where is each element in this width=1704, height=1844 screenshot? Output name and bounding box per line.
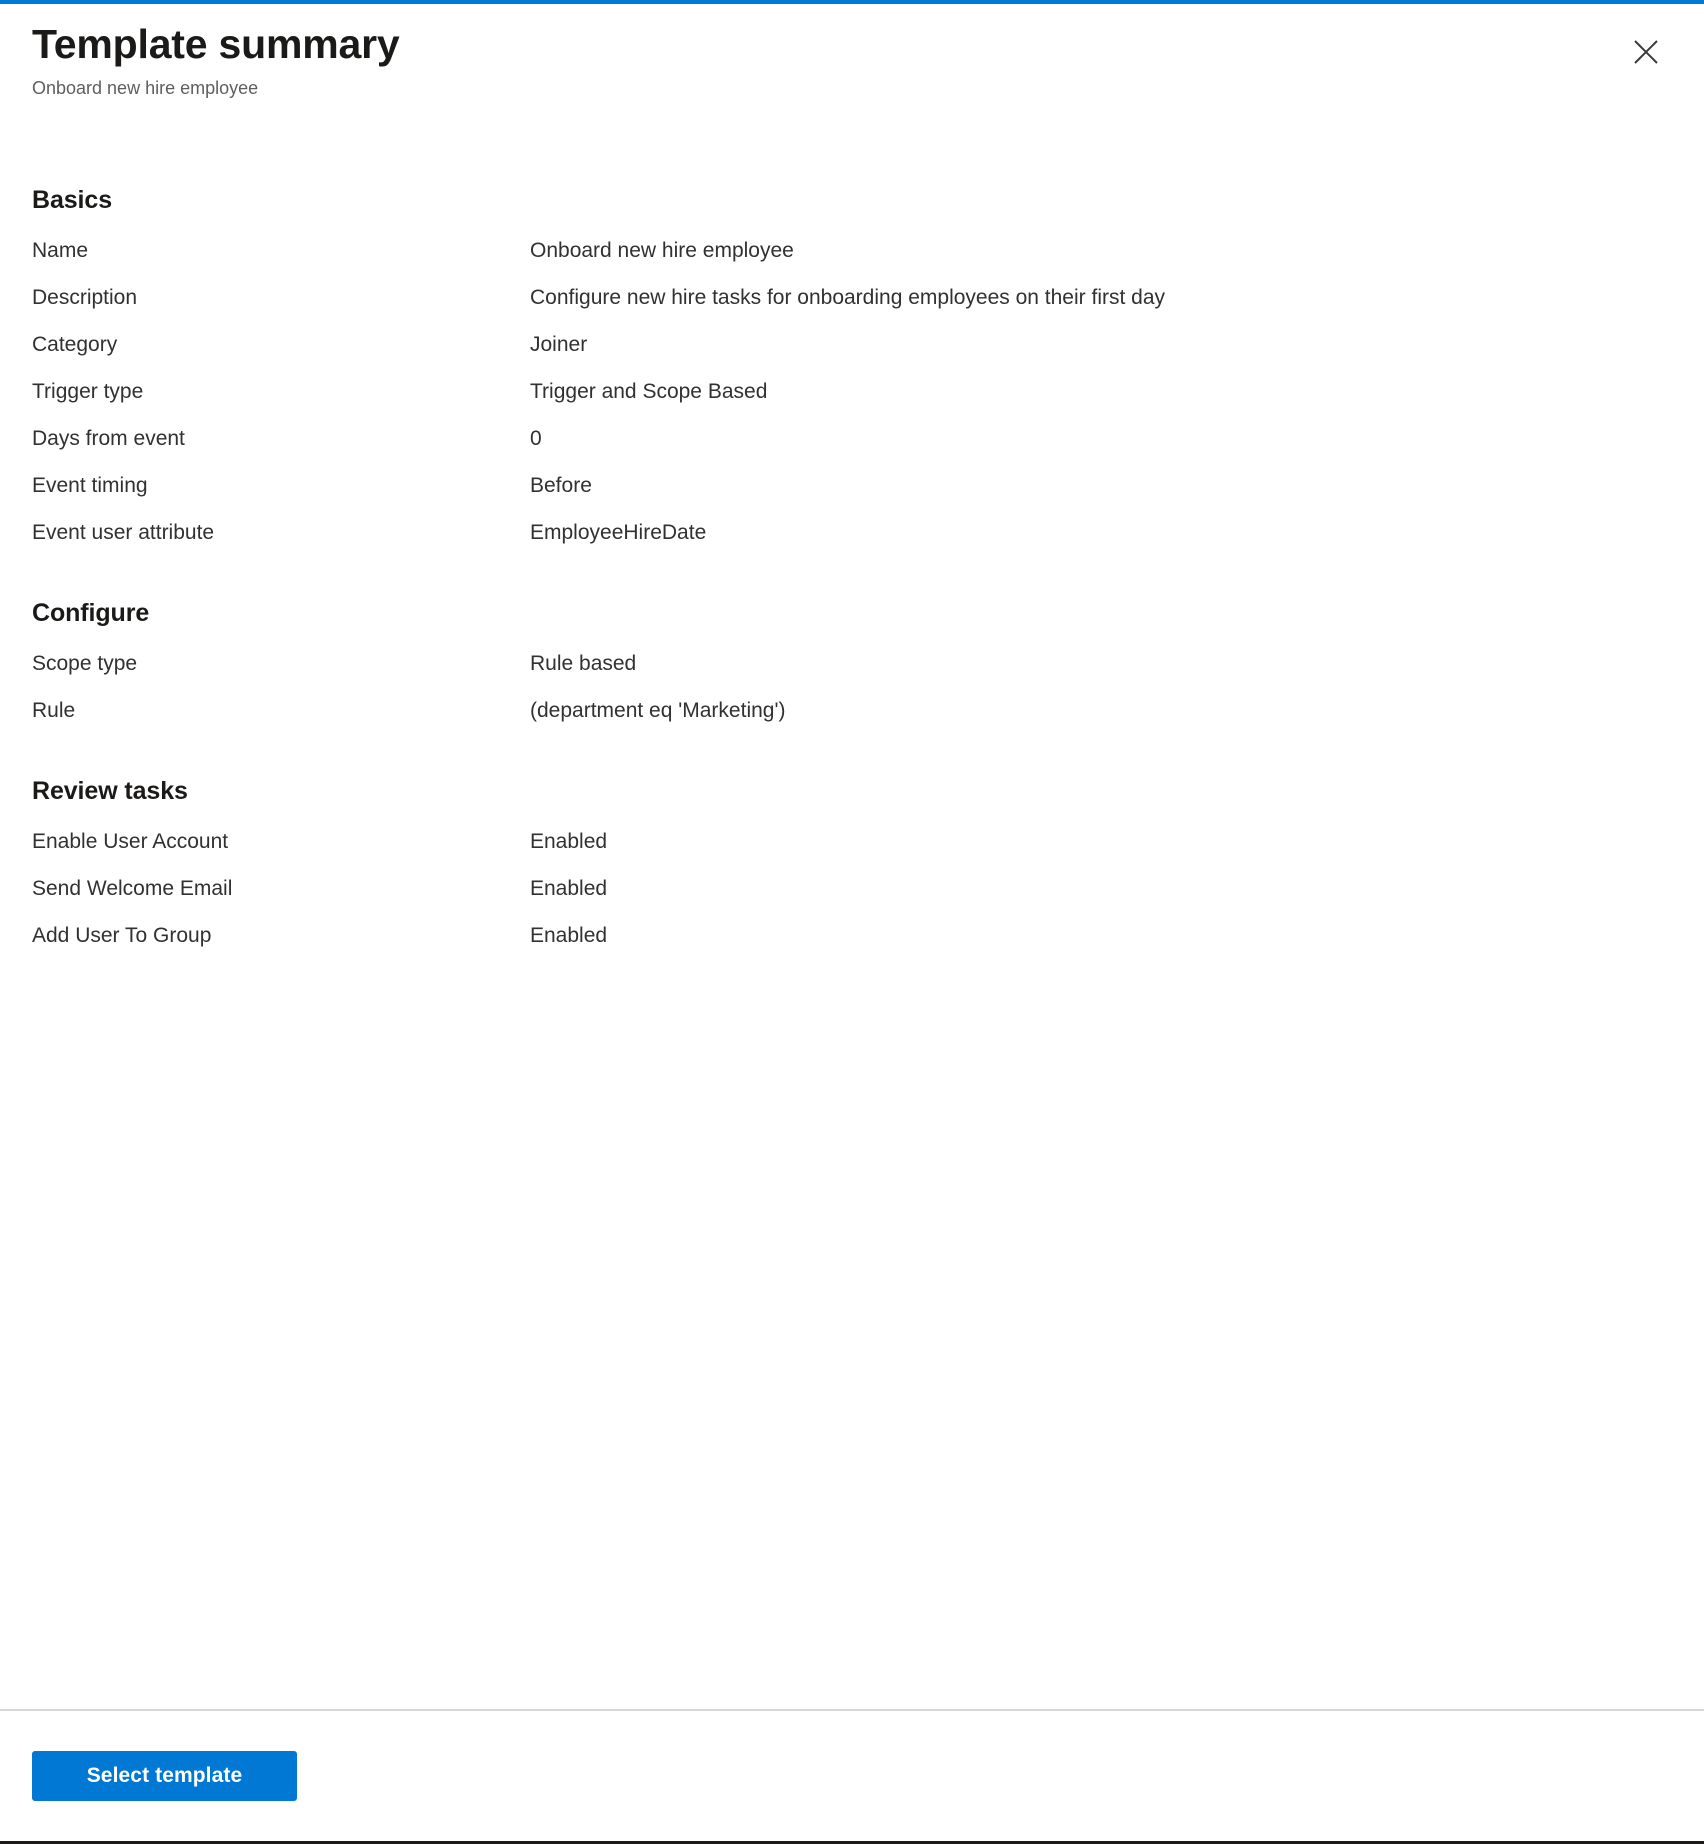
row-value: Trigger and Scope Based — [530, 380, 768, 404]
summary-row-event-user-attribute: Event user attribute EmployeeHireDate — [32, 519, 1672, 566]
row-label: Trigger type — [32, 380, 144, 404]
row-label: Event user attribute — [32, 521, 215, 545]
row-label: Event timing — [32, 474, 148, 498]
row-value: Joiner — [530, 333, 588, 357]
row-label: Add User To Group — [32, 924, 212, 948]
page-subtitle: Onboard new hire employee — [32, 77, 259, 98]
select-template-button[interactable]: Select template — [32, 1751, 297, 1801]
row-value: Rule based — [530, 652, 637, 676]
row-label: Description — [32, 286, 138, 310]
row-value: Onboard new hire employee — [530, 239, 794, 263]
summary-row-add-user-to-group: Add User To Group Enabled — [32, 922, 1672, 969]
section-heading-review-tasks: Review tasks — [32, 777, 188, 806]
row-label: Rule — [32, 699, 76, 723]
section-heading-basics: Basics — [32, 186, 113, 215]
panel-footer: Select template — [0, 1709, 1704, 1841]
section-heading-configure: Configure — [32, 599, 150, 628]
template-summary-panel: Template summary Onboard new hire employ… — [0, 0, 1704, 1844]
row-value: Before — [530, 474, 592, 498]
row-label: Name — [32, 239, 89, 263]
panel-header: Template summary Onboard new hire employ… — [0, 4, 1704, 101]
summary-row-name: Name Onboard new hire employee — [32, 237, 1672, 284]
row-value: Enabled — [530, 830, 608, 854]
summary-row-send-welcome-email: Send Welcome Email Enabled — [32, 875, 1672, 922]
row-value: Configure new hire tasks for onboarding … — [530, 286, 1166, 310]
section-review-tasks: Review tasks Enable User Account Enabled… — [32, 776, 1672, 969]
summary-row-trigger-type: Trigger type Trigger and Scope Based — [32, 378, 1672, 425]
summary-row-scope-type: Scope type Rule based — [32, 650, 1672, 697]
row-value: Enabled — [530, 924, 608, 948]
close-button[interactable] — [1620, 26, 1672, 78]
close-icon — [1631, 37, 1661, 67]
row-label: Send Welcome Email — [32, 877, 233, 901]
row-label: Enable User Account — [32, 830, 229, 854]
row-label: Scope type — [32, 652, 138, 676]
row-label: Category — [32, 333, 118, 357]
summary-row-enable-user-account: Enable User Account Enabled — [32, 828, 1672, 875]
summary-row-description: Description Configure new hire tasks for… — [32, 284, 1672, 331]
row-value: Enabled — [530, 877, 608, 901]
row-value: EmployeeHireDate — [530, 521, 707, 545]
row-value: 0 — [530, 427, 542, 451]
summary-row-days-from-event: Days from event 0 — [32, 425, 1672, 472]
page-title: Template summary — [32, 21, 400, 67]
section-configure: Configure Scope type Rule based Rule (de… — [32, 598, 1672, 744]
summary-row-rule: Rule (department eq 'Marketing') — [32, 697, 1672, 744]
summary-content: Basics Name Onboard new hire employee De… — [0, 101, 1704, 1709]
summary-row-event-timing: Event timing Before — [32, 472, 1672, 519]
row-label: Days from event — [32, 427, 185, 451]
row-value: (department eq 'Marketing') — [530, 699, 786, 723]
summary-row-category: Category Joiner — [32, 331, 1672, 378]
section-basics: Basics Name Onboard new hire employee De… — [32, 185, 1672, 566]
